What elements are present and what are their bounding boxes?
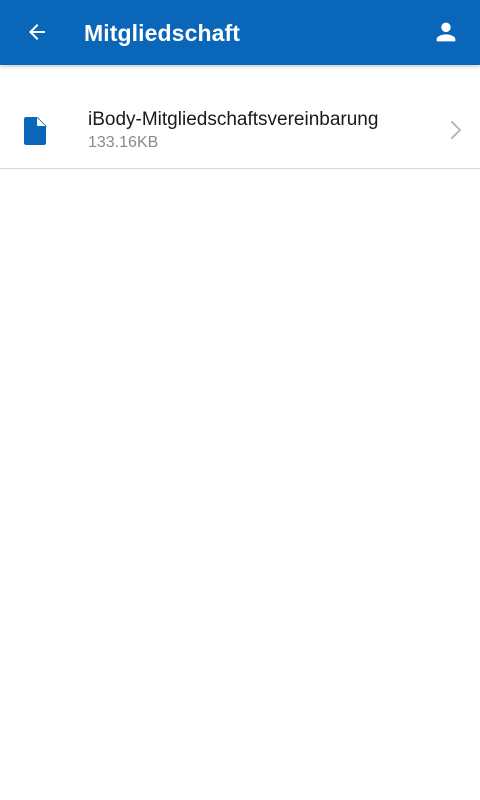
document-icon: [24, 117, 46, 145]
person-icon: [436, 22, 456, 42]
back-button[interactable]: [17, 12, 57, 52]
document-size: 133.16KB: [88, 134, 159, 151]
chevron-right-icon: [451, 121, 461, 139]
app-screen: Mitgliedschaft iBody-Mitgliedschaftsvere…: [0, 0, 480, 800]
top-app-bar: Mitgliedschaft: [0, 0, 480, 65]
document-name: iBody-Mitgliedschaftsvereinbarung: [88, 109, 379, 130]
page-title: Mitgliedschaft: [84, 20, 241, 46]
profile-button[interactable]: [426, 12, 466, 52]
list-item[interactable]: iBody-Mitgliedschaftsvereinbarung 133.16…: [0, 65, 480, 169]
arrow-left-icon: [29, 24, 45, 40]
document-list: iBody-Mitgliedschaftsvereinbarung 133.16…: [0, 65, 480, 169]
